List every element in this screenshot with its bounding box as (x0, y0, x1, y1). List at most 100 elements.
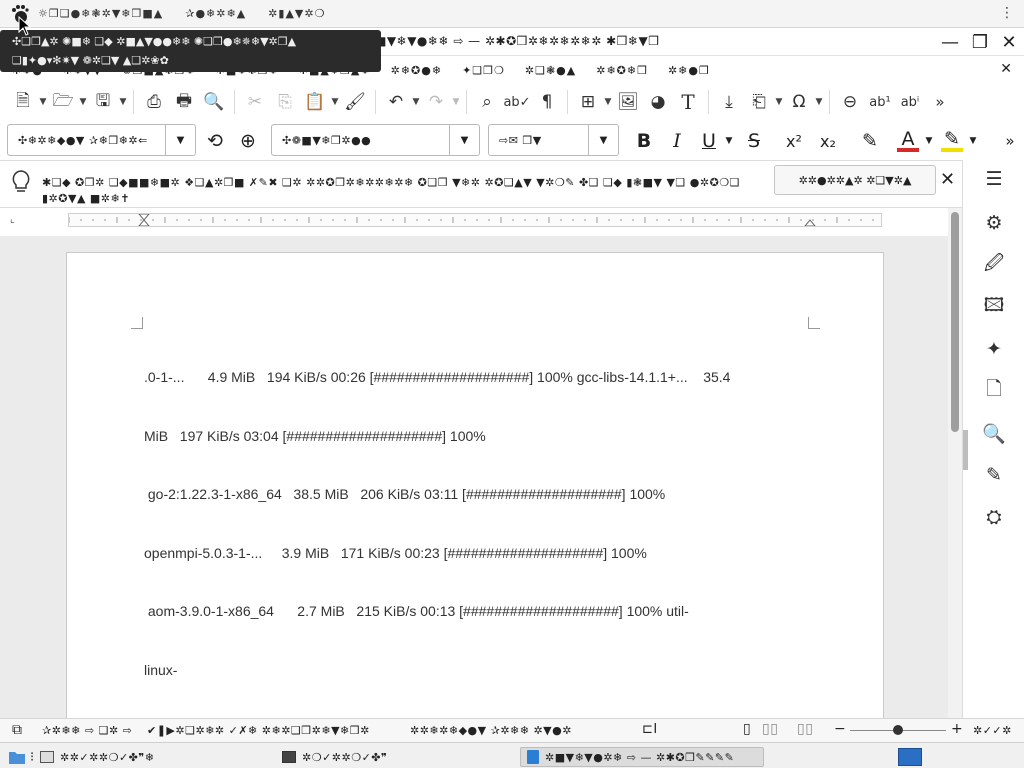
new-document-icon[interactable]: 🗎 (10, 89, 36, 115)
sidebar-collapse-handle[interactable] (963, 430, 968, 470)
open-folder-icon[interactable]: 🗁 (50, 89, 76, 115)
style-inspector-icon[interactable]: 🔍 (981, 420, 1007, 446)
workspace-switcher-icon[interactable] (898, 748, 922, 766)
paragraph-style-combo[interactable]: ✣❄✲❄◆●▼ ✰❄❒❄✲⇐ ▼ (7, 124, 196, 156)
horizontal-ruler[interactable] (68, 213, 882, 227)
superscript-icon[interactable]: x² (781, 128, 807, 154)
panel-grip-icon[interactable]: ⋮ (1000, 5, 1014, 21)
word-count[interactable]: ✔❚▶✲❑✲❄✲ ✓✗❄ ✲❄✲❑❒✲❄▼❄❒✲ (147, 724, 370, 737)
clear-formatting-icon[interactable]: ✎ (858, 128, 882, 154)
document-stats-icon[interactable]: ⧉ (12, 722, 23, 738)
update-style-icon[interactable]: ⟲ (202, 128, 228, 154)
open-dropdown-icon[interactable]: ▼ (78, 97, 88, 107)
gallery-icon[interactable]: 🖾 (981, 294, 1007, 320)
spelling-icon[interactable]: ab✓ (503, 89, 530, 115)
menu-window[interactable]: ✲❄●❒ (668, 64, 710, 77)
manage-changes-icon[interactable]: ✎ (981, 462, 1007, 488)
toolbar-more-icon[interactable]: » (927, 89, 953, 115)
maximize-button[interactable]: ❐ (967, 30, 993, 54)
bold-icon[interactable]: B (632, 128, 656, 154)
sidebar-menu-icon[interactable]: ☰ (981, 166, 1007, 192)
places-menu[interactable]: ✰●❄✲❄▲ (185, 7, 246, 20)
print-preview-icon[interactable]: 🔍 (201, 89, 227, 115)
undo-icon[interactable]: ↶ (383, 89, 409, 115)
minimize-button[interactable]: — (937, 30, 963, 54)
underline-dropdown-icon[interactable]: ▼ (722, 128, 736, 154)
highlight-dropdown-icon[interactable]: ▼ (966, 128, 980, 154)
menu-table[interactable]: ✦❑❒❍ (462, 64, 505, 77)
properties-icon[interactable]: ⚙ (981, 210, 1007, 236)
print-icon[interactable]: 🖶 (171, 89, 197, 115)
taskbar-task-2[interactable]: ✲❍✓✲✲❍✓✤❞ (276, 747, 393, 767)
paste-dropdown-icon[interactable]: ▼ (330, 97, 340, 107)
field-dropdown-icon[interactable]: ▼ (774, 97, 784, 107)
close-document-icon[interactable]: ✕ (1000, 61, 1012, 77)
cut-icon[interactable]: ✂ (242, 89, 268, 115)
chevron-down-icon[interactable]: ▼ (449, 125, 479, 155)
single-page-view-icon[interactable]: ▯ (743, 721, 751, 737)
tab-stop-icon[interactable]: ⌞ (10, 214, 15, 225)
undo-dropdown-icon[interactable]: ▼ (411, 97, 421, 107)
clone-formatting-icon[interactable]: 🖌 (342, 89, 368, 115)
font-size-combo[interactable]: ⇨✉ ❒▼ ▼ (488, 124, 619, 156)
highlight-color-icon[interactable]: ✎ (939, 128, 965, 154)
insert-textbox-icon[interactable]: T (675, 89, 701, 115)
scrollbar-thumb[interactable] (951, 212, 959, 432)
italic-icon[interactable]: I (665, 128, 689, 154)
special-character-dropdown-icon[interactable]: ▼ (814, 97, 824, 107)
book-view-icon[interactable]: ▯▯ (797, 721, 813, 737)
design-icon[interactable]: ⛭ (981, 504, 1007, 530)
tray-icon[interactable] (892, 747, 928, 767)
insert-field-icon[interactable]: ⎗ (746, 89, 772, 115)
redo-icon[interactable]: ↷ (423, 89, 449, 115)
page-style[interactable]: ✲✲❄✲❄◆●▼ ✰✲❄❄ ✲▼●✲ (410, 724, 572, 737)
insert-image-icon[interactable]: 🖼 (615, 89, 641, 115)
find-replace-icon[interactable]: ⌕ (474, 89, 500, 115)
taskbar-task-1[interactable]: ✲✲✓✲✲❍✓✤❞❄ (34, 747, 161, 767)
page-info[interactable]: ✰✲❄❄ ⇨ ❑✲ ⇨ (42, 724, 132, 737)
system-menu[interactable]: ✲▮▲▼✲❍ (268, 7, 325, 20)
new-style-icon[interactable]: ⊕ (235, 128, 261, 154)
insert-table-icon[interactable]: ⊞ (575, 89, 601, 115)
zoom-out-icon[interactable]: − (834, 721, 846, 737)
special-character-icon[interactable]: Ω (786, 89, 812, 115)
insert-link-icon[interactable]: ⊖ (837, 89, 863, 115)
insert-mode[interactable]: ⊏I (642, 722, 658, 737)
export-pdf-icon[interactable]: ⎙ (141, 89, 167, 115)
zoom-in-icon[interactable]: + (951, 721, 963, 737)
infobar-action-button[interactable]: ✲✲●✲✲▲✲ ✲❑▼✲▲ (774, 165, 936, 195)
vertical-scrollbar[interactable] (948, 208, 962, 718)
taskbar-task-3[interactable]: ✲■▼❄▼●✲❄ ⇨ — ✲✱✪❒✎✎✎✎ (520, 747, 764, 767)
close-icon[interactable]: ✕ (940, 169, 955, 190)
multi-page-view-icon[interactable]: ▯▯ (762, 721, 778, 737)
font-color-dropdown-icon[interactable]: ▼ (922, 128, 936, 154)
footnote-icon[interactable]: ab¹ (867, 89, 893, 115)
strikethrough-icon[interactable]: S (742, 128, 766, 154)
zoom-level[interactable]: ✲✓✓✲ (973, 724, 1012, 737)
navigator-icon[interactable]: ✦ (981, 336, 1007, 362)
formatting-marks-icon[interactable]: ¶ (534, 89, 560, 115)
font-color-icon[interactable]: A (895, 128, 921, 154)
underline-icon[interactable]: U (697, 128, 721, 154)
save-dropdown-icon[interactable]: ▼ (118, 97, 128, 107)
redo-dropdown-icon[interactable]: ▼ (451, 97, 461, 107)
chevron-down-icon[interactable]: ▼ (165, 125, 195, 155)
styles-icon[interactable]: 🖉 (981, 252, 1007, 278)
save-icon[interactable]: 🖫 (90, 89, 116, 115)
menu-tools[interactable]: ✲❄✪❄❒ (596, 64, 648, 77)
chevron-down-icon[interactable]: ▼ (588, 125, 618, 155)
new-dropdown-icon[interactable]: ▼ (38, 97, 48, 107)
zoom-slider-thumb[interactable] (893, 725, 903, 735)
close-window-button[interactable]: ✕ (996, 30, 1022, 54)
font-name-combo[interactable]: ✣❁■▼❄❒✲●● ▼ (271, 124, 480, 156)
format-more-icon[interactable]: » (1000, 128, 1020, 154)
subscript-icon[interactable]: x₂ (815, 128, 841, 154)
menu-form[interactable]: ✲❑❃●▲ (525, 64, 576, 77)
insert-chart-icon[interactable]: ◕ (645, 89, 671, 115)
table-dropdown-icon[interactable]: ▼ (603, 97, 613, 107)
paste-icon[interactable]: 📋 (302, 89, 328, 115)
copy-icon[interactable]: ⎘ (272, 89, 298, 115)
endnote-icon[interactable]: abⁱ (897, 89, 923, 115)
applications-menu[interactable]: ☼❒❑●❄❃✲▼❄❒■▲ (38, 7, 163, 20)
page-break-icon[interactable]: ⤓ (716, 89, 742, 115)
